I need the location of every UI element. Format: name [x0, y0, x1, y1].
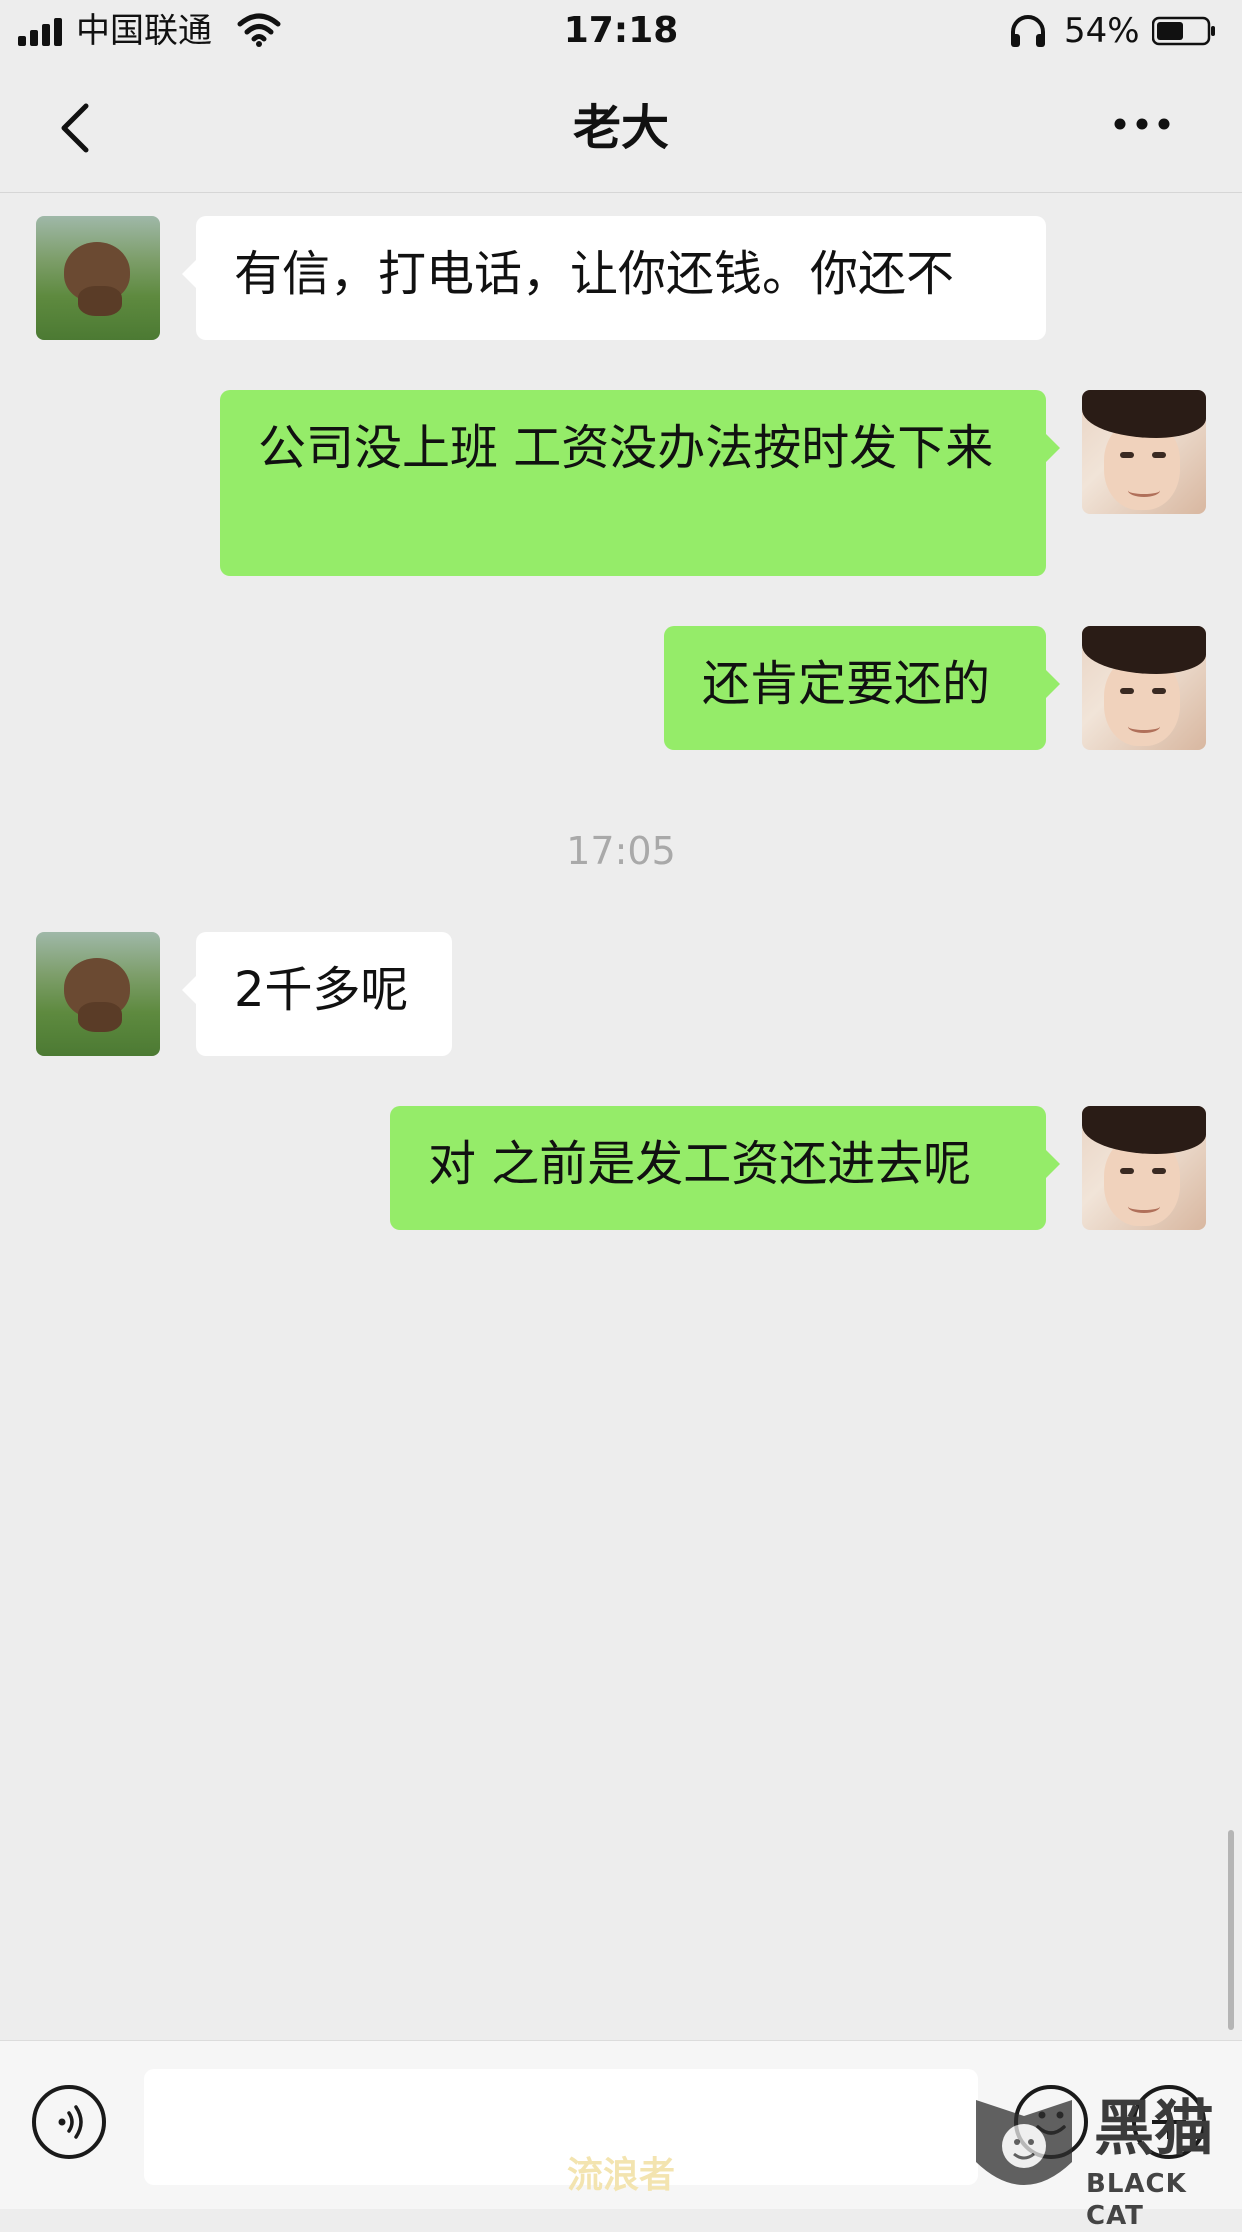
avatar-contact[interactable] — [36, 216, 160, 340]
more-horizontal-icon[interactable] — [1112, 116, 1172, 132]
battery-icon — [1152, 16, 1215, 46]
message-bubble-incoming[interactable]: 有信，打电话，让你还钱。你还不 — [182, 216, 1046, 340]
message-bubble-outgoing[interactable]: 对 之前是发工资还进去呢 — [390, 1106, 1060, 1230]
avatar-self[interactable] — [1082, 626, 1206, 750]
battery-percent: 54% — [1064, 11, 1140, 51]
status-bar: 中国联通 17:18 54% — [0, 0, 1242, 62]
avatar-self[interactable] — [1082, 390, 1206, 514]
message-text: 对 之前是发工资还进去呢 — [428, 1136, 972, 1192]
headphone-icon — [1011, 15, 1045, 47]
watermark-logo-text: 黑猫 — [1094, 2094, 1214, 2164]
message-timestamp: 17:05 — [566, 829, 676, 873]
nav-bar: 老大 — [0, 62, 1242, 193]
chat-scrollbar[interactable] — [1228, 1830, 1234, 2030]
message-text: 还肯定要还的 — [702, 656, 991, 712]
message-bubble-incoming[interactable]: 2千多呢 — [182, 932, 452, 1056]
message-text: 有信，打电话，让你还钱。你还不 — [234, 246, 955, 302]
avatar-self[interactable] — [1082, 1106, 1206, 1230]
avatar-contact[interactable] — [36, 932, 160, 1056]
message-bubble-outgoing[interactable]: 公司没上班 工资没办法按时发下来 — [220, 390, 1060, 576]
watermark-logo-caption: BLACK CAT — [1086, 2169, 1187, 2231]
chat-title: 老大 — [572, 100, 669, 156]
message-text: 公司没上班 工资没办法按时发下来 — [258, 420, 994, 476]
message-bubble-outgoing[interactable]: 还肯定要还的 — [664, 626, 1060, 750]
status-time: 17:18 — [563, 10, 679, 51]
message-text: 2千多呢 — [234, 962, 409, 1018]
voice-icon[interactable] — [32, 2085, 106, 2159]
